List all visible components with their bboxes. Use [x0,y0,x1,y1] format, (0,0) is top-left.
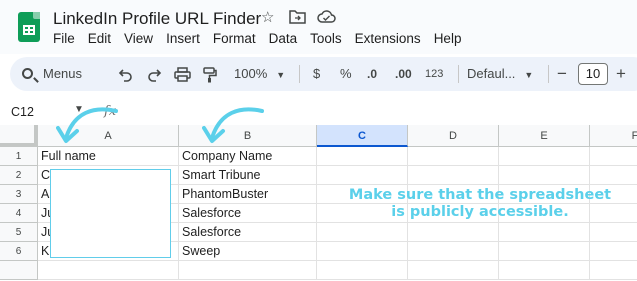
chevron-down-icon: ▼ [524,70,534,80]
font-size-input[interactable]: 10 [578,63,608,85]
font-size-increase-button[interactable]: + [616,57,626,91]
cell[interactable] [499,261,590,280]
cell[interactable] [590,261,637,280]
cell[interactable] [590,223,637,242]
chevron-down-icon: ▼ [276,70,286,80]
column-header-e[interactable]: E [499,125,590,147]
menu-format[interactable]: Format [213,31,256,46]
move-folder-icon[interactable] [289,9,306,29]
menu-view[interactable]: View [124,31,153,46]
zoom-value: 100% [234,66,268,81]
toolbar: Menus 100% ▼ $ % .0 .00 123 Defaul... ▼ − … [10,57,637,91]
menu-help[interactable]: Help [434,31,462,46]
format-currency-button[interactable]: $ [313,57,320,91]
font-family-value: Defaul... [467,66,516,81]
cell[interactable] [317,223,408,242]
increase-decimal-button[interactable]: .00 [395,57,412,91]
toolbar-divider [458,65,459,83]
cell[interactable] [499,166,590,185]
row-header[interactable]: 6 [0,242,38,261]
star-icon[interactable]: ☆ [261,9,274,27]
cell-b1[interactable]: Company Name [179,147,317,166]
decrease-decimal-button[interactable]: .0 [367,57,377,91]
redaction-box [50,169,171,258]
menu-insert[interactable]: Insert [166,31,200,46]
cloud-status-icon[interactable] [317,9,336,29]
title-bar: LinkedIn Profile URL Finder ☆ File Edit … [0,0,637,54]
column-header-f[interactable]: F [590,125,637,147]
more-formats-button[interactable]: 123 [425,57,443,91]
cell-a1[interactable]: Full name [38,147,179,166]
row-header[interactable]: 4 [0,204,38,223]
name-box[interactable]: C12 [11,105,34,119]
cell-b3[interactable]: PhantomBuster [179,185,317,204]
cell-b6[interactable]: Sweep [179,242,317,261]
cell[interactable] [317,242,408,261]
column-header-c[interactable]: C [317,125,408,147]
cell[interactable] [499,242,590,261]
toolbar-divider [548,65,549,83]
menu-file[interactable]: File [53,31,75,46]
cell[interactable] [408,223,499,242]
cell-b4[interactable]: Salesforce [179,204,317,223]
arrow-to-column-a-icon [56,107,118,143]
cell[interactable] [590,242,637,261]
cell[interactable] [408,166,499,185]
format-percent-button[interactable]: % [340,57,352,91]
search-menus-button[interactable]: Menus [22,57,82,91]
row-header[interactable]: 5 [0,223,38,242]
annotation-note: Make sure that the spreadsheet is public… [330,187,630,221]
font-size-decrease-button[interactable]: − [557,57,567,91]
cell-b5[interactable]: Salesforce [179,223,317,242]
cell[interactable] [590,166,637,185]
font-family-select[interactable]: Defaul... ▼ [467,57,533,91]
cell[interactable] [317,166,408,185]
cell[interactable] [499,147,590,166]
cell[interactable] [499,223,590,242]
row-header[interactable]: 1 [0,147,38,166]
menu-bar: File Edit View Insert Format Data Tools … [53,31,474,46]
column-header-d[interactable]: D [408,125,499,147]
print-icon[interactable] [174,57,191,91]
cell[interactable] [590,147,637,166]
row-header[interactable]: 2 [0,166,38,185]
menu-edit[interactable]: Edit [88,31,111,46]
paint-format-icon[interactable] [203,57,217,91]
row-header[interactable] [0,261,38,280]
cell[interactable] [317,261,408,280]
cell[interactable] [408,242,499,261]
menu-extensions[interactable]: Extensions [355,31,421,46]
search-icon [22,68,33,79]
cell[interactable] [317,147,408,166]
arrow-to-column-b-icon [202,107,264,143]
cell-b2[interactable]: Smart Tribune [179,166,317,185]
search-menus-label: Menus [43,66,83,81]
annotation-line-1: Make sure that the spreadsheet [348,187,612,203]
cell[interactable] [408,261,499,280]
menu-data[interactable]: Data [269,31,298,46]
cell[interactable] [408,147,499,166]
zoom-select[interactable]: 100% ▼ [234,57,285,91]
menu-tools[interactable]: Tools [310,31,342,46]
google-sheets-logo-icon[interactable] [18,12,40,42]
undo-icon[interactable] [118,57,134,91]
cell[interactable] [38,261,179,280]
row-header[interactable]: 3 [0,185,38,204]
annotation-line-2: is publicly accessible. [391,204,569,220]
toolbar-divider [299,65,300,83]
cell[interactable] [179,261,317,280]
select-all-corner[interactable] [0,125,38,147]
document-title[interactable]: LinkedIn Profile URL Finder [53,9,261,29]
redo-icon[interactable] [146,57,162,91]
